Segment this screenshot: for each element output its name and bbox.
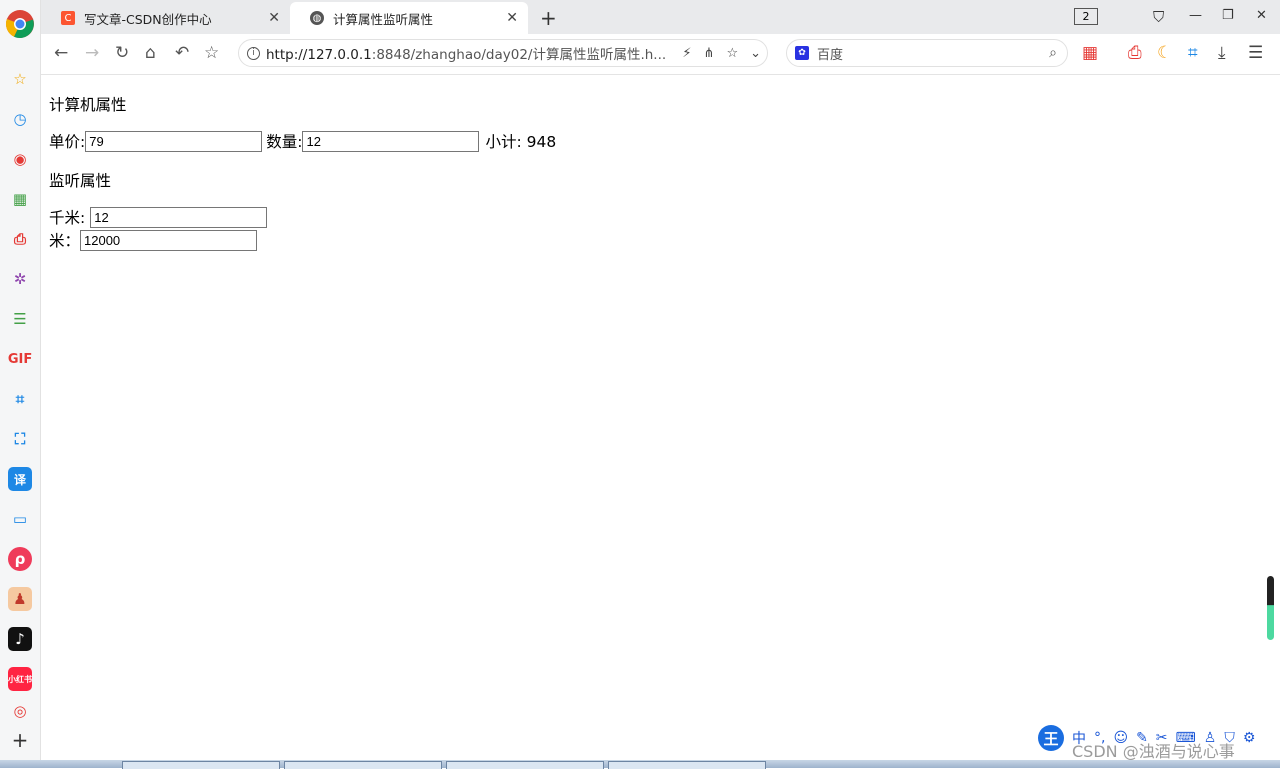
- pinduoduo-icon[interactable]: ρ: [8, 547, 32, 571]
- price-row: 单价: 数量: 小计: 948: [49, 130, 556, 152]
- qrcode-icon[interactable]: ▦: [8, 187, 32, 211]
- csdn-logo-icon: C: [61, 11, 75, 25]
- minimize-icon[interactable]: —: [1189, 8, 1202, 23]
- crop-icon[interactable]: ⌗: [8, 387, 32, 411]
- site-info-icon[interactable]: i: [247, 46, 260, 60]
- menu-icon[interactable]: ☰: [1248, 43, 1263, 63]
- restore-icon[interactable]: ❐: [1222, 8, 1234, 23]
- search-box[interactable]: ✿ 百度 ⌕: [786, 39, 1068, 67]
- baidu-paw-icon: ✿: [795, 46, 809, 60]
- km-input[interactable]: [90, 206, 268, 228]
- m-input[interactable]: [80, 229, 258, 251]
- search-icon[interactable]: ⌕: [1049, 45, 1057, 61]
- quantity-input[interactable]: [302, 130, 480, 152]
- favorites-star-icon[interactable]: ☆: [8, 67, 32, 91]
- subtotal-text: 小计: 948: [485, 133, 557, 151]
- ime-logo-icon[interactable]: 王: [1038, 725, 1064, 751]
- watermark: CSDN @浊酒与说心事: [1072, 742, 1235, 761]
- game-icon[interactable]: ♟: [8, 587, 32, 611]
- home-icon[interactable]: ⌂: [145, 43, 156, 63]
- tiktok-icon[interactable]: ♪: [8, 627, 32, 651]
- address-bar[interactable]: i http://127.0.0.1:8848/zhanghao/day02/计…: [238, 39, 768, 67]
- bug-icon[interactable]: ✲: [8, 267, 32, 291]
- taskbar: [0, 760, 1280, 769]
- close-window-icon[interactable]: ✕: [1256, 8, 1267, 23]
- price-input[interactable]: [85, 130, 263, 152]
- m-label: 米：: [49, 232, 81, 250]
- history-clock-icon[interactable]: ◷: [8, 107, 32, 131]
- gif-icon[interactable]: GIF: [8, 347, 32, 371]
- chevron-down-icon[interactable]: ⌄: [750, 46, 761, 61]
- tab-csdn[interactable]: C 写文章-CSDN创作中心 ✕: [41, 2, 290, 34]
- globe-icon: ◍: [310, 11, 324, 25]
- price-label: 单价:: [49, 133, 86, 151]
- favorite-star-icon[interactable]: ☆: [726, 46, 738, 61]
- scroll-indicator[interactable]: [1267, 576, 1274, 640]
- close-tab-icon[interactable]: ✕: [268, 10, 280, 26]
- record-target-icon[interactable]: ◉: [8, 147, 32, 171]
- km-label: 千米:: [49, 209, 86, 227]
- undo-icon[interactable]: ↶: [175, 43, 189, 63]
- page-content: 计算机属性 单价: 数量: 小计: 948 监听属性 千米: 米：: [41, 75, 1280, 760]
- translate-icon[interactable]: 译: [8, 467, 32, 491]
- new-tab-button[interactable]: +: [540, 6, 557, 30]
- add-app-icon[interactable]: +: [8, 728, 32, 752]
- notes-icon[interactable]: ☰: [8, 307, 32, 331]
- quantity-label: 数量:: [266, 133, 303, 151]
- back-arrow-icon[interactable]: ←: [54, 43, 68, 63]
- computed-property-title: 计算机属性: [49, 96, 127, 114]
- close-tab-icon[interactable]: ✕: [506, 10, 518, 26]
- m-row: 米：: [49, 229, 258, 251]
- share-icon[interactable]: ⋔: [704, 46, 715, 61]
- pdf-tool-icon[interactable]: ⎙: [1128, 43, 1142, 63]
- xiaohongshu-icon[interactable]: 小红书: [8, 667, 32, 691]
- crop-tool-icon[interactable]: ⌗: [1188, 43, 1198, 63]
- km-row: 千米:: [49, 206, 268, 228]
- lightning-icon[interactable]: ⚡: [682, 46, 691, 61]
- screenshot-icon[interactable]: ⛶: [8, 427, 32, 451]
- browser-logo-icon[interactable]: [5, 9, 35, 39]
- pdf-icon[interactable]: ⎙: [8, 227, 32, 251]
- screen-monitor-icon[interactable]: ▭: [8, 507, 32, 531]
- tab-title: 写文章-CSDN创作中心: [84, 11, 212, 27]
- toolbar: ← → ↻ ⌂ ↶ ☆ i http://127.0.0.1:8848/zhan…: [41, 34, 1280, 75]
- forward-arrow-icon[interactable]: →: [85, 43, 99, 63]
- weibo-icon[interactable]: ◎: [8, 699, 32, 723]
- download-icon[interactable]: ⤓: [1218, 43, 1226, 63]
- bookmark-star-icon[interactable]: ☆: [204, 43, 219, 63]
- watch-property-title: 监听属性: [49, 172, 112, 190]
- tab-title: 计算属性监听属性: [333, 11, 434, 27]
- sidebar: ☆ ◷ ◉ ▦ ⎙ ✲ ☰ GIF ⌗ ⛶ 译 ▭ ρ ♟ ♪ 小红书 ◎ +: [0, 0, 41, 760]
- tab-count-badge[interactable]: 2: [1074, 8, 1098, 25]
- reload-icon[interactable]: ↻: [115, 43, 129, 63]
- search-engine-label: 百度: [817, 47, 844, 63]
- apps-grid-icon[interactable]: ▦: [1082, 43, 1098, 63]
- shirt-skin-icon[interactable]: ⛉: [1153, 8, 1164, 26]
- address-url[interactable]: http://127.0.0.1:8848/zhanghao/day02/计算属…: [266, 43, 676, 63]
- tab-active-page[interactable]: ◍ 计算属性监听属性 ✕: [290, 2, 528, 34]
- settings-gear-icon[interactable]: ⚙: [1243, 730, 1256, 746]
- night-mode-icon[interactable]: ☾: [1157, 43, 1172, 63]
